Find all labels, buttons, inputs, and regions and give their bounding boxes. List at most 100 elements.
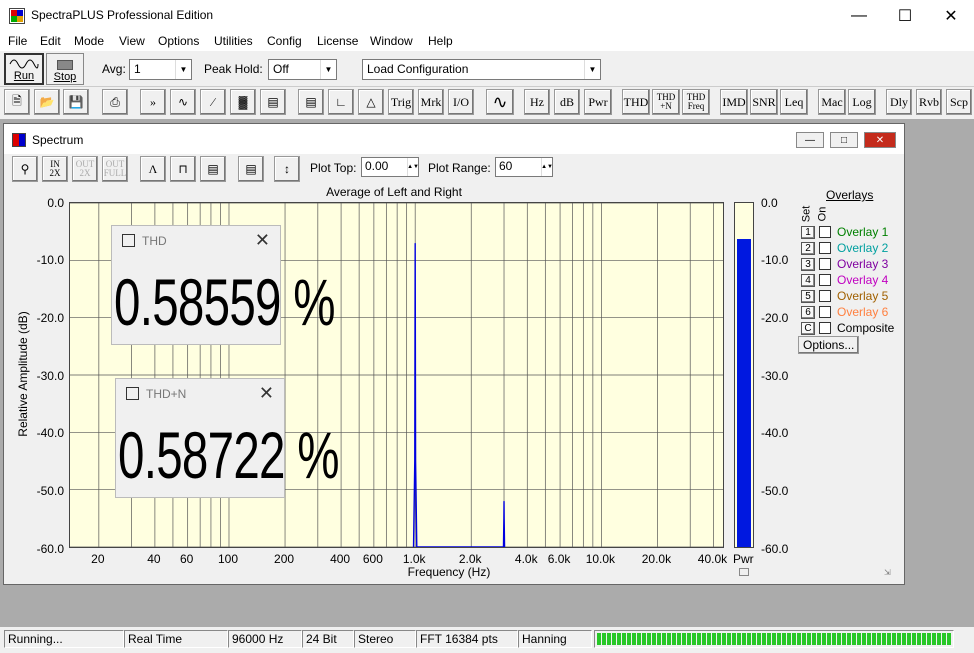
plot-range-value: 60 (499, 159, 513, 173)
close-button[interactable]: ✕ (928, 0, 974, 32)
overlay-set-button[interactable]: 3 (801, 257, 815, 271)
avg-select[interactable]: 1 ▼ (129, 59, 192, 80)
overlays-header: Overlays (826, 188, 874, 202)
imd-button[interactable]: IMD (720, 89, 748, 115)
zoom-magnifier-icon[interactable]: ⚲ (12, 156, 38, 182)
line-plot-icon[interactable]: Λ (140, 156, 166, 182)
overlay-set-button[interactable]: 4 (801, 273, 815, 287)
menu-file[interactable]: File (8, 34, 27, 48)
overlay-set-button[interactable]: C (801, 321, 815, 335)
overlay-checkbox[interactable] (819, 258, 831, 270)
overlay-set-button[interactable]: 6 (801, 305, 815, 319)
plot-properties-icon[interactable]: ▤ (238, 156, 264, 182)
meter-tick-label: -20.0 (761, 311, 789, 325)
zoom-in-2x-icon[interactable]: IN 2X (42, 156, 68, 182)
dly-button[interactable]: Dly (886, 89, 912, 115)
resize-grip-icon[interactable]: ⇲ (884, 568, 894, 578)
status-window-type: Hanning (518, 630, 592, 648)
pin-icon[interactable] (122, 234, 135, 247)
thd-freq-button[interactable]: THD Freq (682, 89, 710, 115)
thd-readout: THD ✕ 0.58559 % (111, 225, 335, 345)
mac-button[interactable]: Mac (818, 89, 846, 115)
thd-n-button[interactable]: THD +N (652, 89, 680, 115)
log-button[interactable]: Log (848, 89, 876, 115)
vertical-scale-icon[interactable]: ↕ (274, 156, 300, 182)
generator-icon[interactable]: △ (358, 89, 384, 115)
spin-arrows-icon[interactable]: ▲▼ (407, 158, 419, 176)
pwr-button[interactable]: Pwr (584, 89, 612, 115)
overlay-set-button[interactable]: 1 (801, 225, 815, 239)
main-toolbar: Run Stop Avg: 1 ▼ Peak Hold: Off ▼ Load … (0, 51, 974, 87)
plot-top-value: 0.00 (365, 159, 389, 173)
spectrum-view-icon[interactable]: ∿ (170, 89, 196, 115)
signal-generator-icon[interactable]: ∿ (486, 89, 514, 115)
overlay-options-button[interactable]: Options... (798, 336, 860, 354)
snr-button[interactable]: SNR (750, 89, 778, 115)
meter-resize-grip-icon[interactable] (739, 568, 749, 576)
overlay-checkbox[interactable] (819, 274, 831, 286)
step-plot-icon[interactable]: ⊓ (170, 156, 196, 182)
overlay-row: 1 Overlay 1 (801, 224, 888, 240)
scale-icon[interactable]: ∟ (328, 89, 354, 115)
mdi-minimize-button[interactable]: — (796, 132, 824, 148)
marker-button[interactable]: Mrk (418, 89, 444, 115)
spectrogram-icon[interactable]: ▓ (230, 89, 256, 115)
close-icon[interactable]: ✕ (255, 230, 270, 251)
status-bar: Running... Real Time 96000 Hz 24 Bit Ste… (0, 627, 974, 653)
3d-surface-icon[interactable]: ▤ (260, 89, 286, 115)
scp-button[interactable]: Scp (946, 89, 972, 115)
bar-plot-icon[interactable]: ▤ (200, 156, 226, 182)
menu-options[interactable]: Options (158, 34, 199, 48)
peak-hold-select[interactable]: Off ▼ (268, 59, 337, 80)
menu-view[interactable]: View (119, 34, 145, 48)
overlay-checkbox[interactable] (819, 306, 831, 318)
leq-button[interactable]: Leq (780, 89, 808, 115)
menu-help[interactable]: Help (428, 34, 453, 48)
plot-range-label: Plot Range: (428, 161, 491, 175)
menu-utilities[interactable]: Utilities (214, 34, 253, 48)
overlay-set-button[interactable]: 2 (801, 241, 815, 255)
run-button[interactable]: Run (4, 53, 44, 85)
menu-mode[interactable]: Mode (74, 34, 104, 48)
zoom-out-full-icon[interactable]: OUT FULL (102, 156, 128, 182)
mdi-close-button[interactable]: ✕ (864, 132, 896, 148)
spectrum-window-icon (12, 133, 26, 147)
menu-edit[interactable]: Edit (40, 34, 61, 48)
minimize-button[interactable]: — (836, 0, 882, 32)
mdi-maximize-button[interactable]: □ (830, 132, 858, 148)
overlay-set-button[interactable]: 5 (801, 289, 815, 303)
close-icon[interactable]: ✕ (259, 383, 274, 404)
zoom-out-2x-icon[interactable]: OUT 2X (72, 156, 98, 182)
overlay-checkbox[interactable] (819, 322, 831, 334)
app-icon[interactable] (9, 8, 25, 24)
new-file-icon[interactable]: 🗎 (4, 89, 30, 115)
save-disk-icon[interactable]: 💾 (63, 89, 89, 115)
plot-range-input[interactable]: 60 ▲▼ (495, 157, 553, 177)
stop-button[interactable]: Stop (46, 53, 84, 85)
trigger-button[interactable]: Trig (388, 89, 414, 115)
menu-config[interactable]: Config (267, 34, 302, 48)
avg-value: 1 (134, 62, 141, 76)
pin-icon[interactable] (126, 387, 139, 400)
open-folder-icon[interactable]: 📂 (34, 89, 60, 115)
plot-top-input[interactable]: 0.00 ▲▼ (361, 157, 419, 177)
calibration-icon[interactable]: ▤ (298, 89, 324, 115)
menu-window[interactable]: Window (370, 34, 413, 48)
overlay-checkbox[interactable] (819, 290, 831, 302)
io-button[interactable]: I/O (448, 89, 474, 115)
waveform-view-icon[interactable]: ∕ (200, 89, 226, 115)
maximize-button[interactable]: ☐ (882, 0, 928, 32)
configuration-select[interactable]: Load Configuration ▼ (362, 59, 601, 80)
spin-arrows-icon[interactable]: ▲▼ (541, 158, 553, 176)
fast-forward-icon[interactable]: » (140, 89, 166, 115)
thd-button[interactable]: THD (622, 89, 650, 115)
status-channels: Stereo (354, 630, 416, 648)
y-tick-label: -50.0 (36, 484, 64, 498)
db-button[interactable]: dB (554, 89, 580, 115)
print-icon[interactable]: ⎙ (102, 89, 128, 115)
overlay-checkbox[interactable] (819, 242, 831, 254)
menu-license[interactable]: License (317, 34, 358, 48)
overlay-checkbox[interactable] (819, 226, 831, 238)
rvb-button[interactable]: Rvb (916, 89, 942, 115)
hz-button[interactable]: Hz (524, 89, 550, 115)
